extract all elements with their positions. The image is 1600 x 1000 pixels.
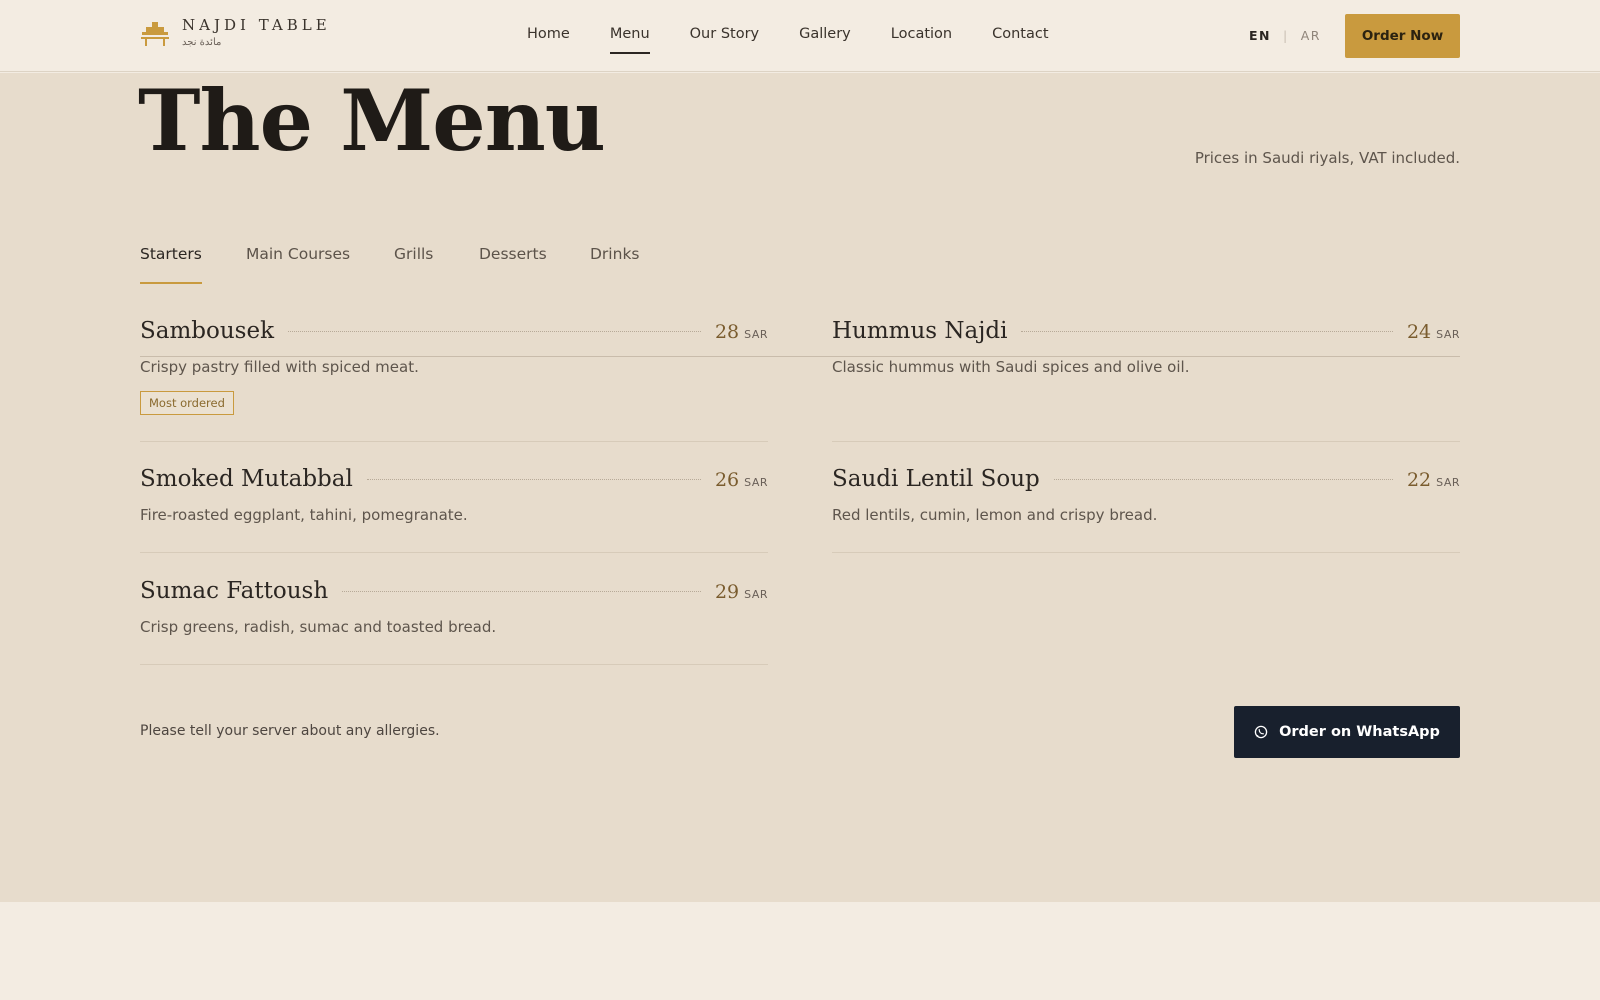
lang-ar-button[interactable]: AR xyxy=(1301,28,1321,43)
order-now-button[interactable]: Order Now xyxy=(1345,14,1460,58)
whatsapp-button-label: Order on WhatsApp xyxy=(1279,724,1440,740)
menu-item: Sambousek 28 SAR Crispy pastry filled wit… xyxy=(140,318,768,442)
most-ordered-badge: Most ordered xyxy=(140,391,234,415)
dotted-leader xyxy=(1053,479,1393,480)
item-name: Hummus Najdi xyxy=(832,318,1008,344)
page-title: The Menu xyxy=(138,71,606,170)
menu-item: Sumac Fattoush 29 SAR Crisp greens, radis… xyxy=(140,578,768,665)
item-description: Red lentils, cumin, lemon and crispy bre… xyxy=(832,506,1158,524)
nav-item-our-story[interactable]: Our Story xyxy=(690,26,759,42)
item-price: 22 xyxy=(1406,469,1432,491)
lang-en-button[interactable]: EN xyxy=(1249,28,1271,43)
item-currency: SAR xyxy=(744,328,768,341)
language-switcher: EN | AR xyxy=(1249,28,1321,43)
main-nav: Home Menu Our Story Gallery Location Con… xyxy=(527,26,1089,54)
item-name: Smoked Mutabbal xyxy=(140,466,353,492)
dotted-leader xyxy=(366,479,701,480)
item-price: 28 xyxy=(714,321,740,343)
menu-section: The Menu Prices in Saudi riyals, VAT inc… xyxy=(0,73,1600,902)
item-currency: SAR xyxy=(1436,328,1460,341)
nav-item-location[interactable]: Location xyxy=(891,26,952,42)
menu-item: Smoked Mutabbal 26 SAR Fire-roasted eggpl… xyxy=(140,466,768,553)
item-price: 29 xyxy=(714,581,740,603)
item-currency: SAR xyxy=(744,588,768,601)
item-name: Sumac Fattoush xyxy=(140,578,329,604)
tab-desserts[interactable]: Desserts xyxy=(479,245,547,282)
footer-band xyxy=(0,902,1600,1000)
nav-item-home[interactable]: Home xyxy=(527,26,570,42)
item-description: Classic hummus with Saudi spices and oli… xyxy=(832,358,1190,376)
menu-item: Saudi Lentil Soup 22 SAR Red lentils, cum… xyxy=(832,466,1460,553)
tab-grills[interactable]: Grills xyxy=(394,245,433,282)
item-name: Saudi Lentil Soup xyxy=(832,466,1040,492)
tab-drinks[interactable]: Drinks xyxy=(590,245,640,282)
table-icon xyxy=(141,22,169,46)
nav-item-gallery[interactable]: Gallery xyxy=(799,26,851,42)
item-currency: SAR xyxy=(1436,476,1460,489)
item-price: 26 xyxy=(714,469,740,491)
lang-divider: | xyxy=(1283,28,1289,43)
whatsapp-icon xyxy=(1254,725,1268,739)
dotted-leader xyxy=(342,591,701,592)
brand-arabic-name: مائدة نجد xyxy=(182,37,222,48)
nav-item-contact[interactable]: Contact xyxy=(992,26,1048,42)
item-currency: SAR xyxy=(744,476,768,489)
prices-note: Prices in Saudi riyals, VAT included. xyxy=(1194,149,1460,167)
item-name: Sambousek xyxy=(140,318,275,344)
tab-starters[interactable]: Starters xyxy=(140,245,202,284)
item-description: Crispy pastry filled with spiced meat. xyxy=(140,358,419,376)
item-description: Fire-roasted eggplant, tahini, pomegrana… xyxy=(140,506,468,524)
menu-item: Hummus Najdi 24 SAR Classic hummus with S… xyxy=(832,318,1460,442)
brand-name: NAJDI TABLE xyxy=(182,16,331,34)
nav-item-menu[interactable]: Menu xyxy=(609,26,650,54)
item-description: Crisp greens, radish, sumac and toasted … xyxy=(140,618,497,636)
tab-main-courses[interactable]: Main Courses xyxy=(246,245,350,282)
allergy-note: Please tell your server about any allerg… xyxy=(140,723,440,739)
item-price: 24 xyxy=(1406,321,1432,343)
order-whatsapp-button[interactable]: Order on WhatsApp xyxy=(1234,706,1460,758)
dotted-leader xyxy=(1021,331,1393,332)
dotted-leader xyxy=(288,331,701,332)
brand-logo[interactable]: NAJDI TABLE مائدة نجد xyxy=(140,16,331,48)
site-header: NAJDI TABLE مائدة نجد Home Menu Our Stor… xyxy=(0,0,1600,72)
